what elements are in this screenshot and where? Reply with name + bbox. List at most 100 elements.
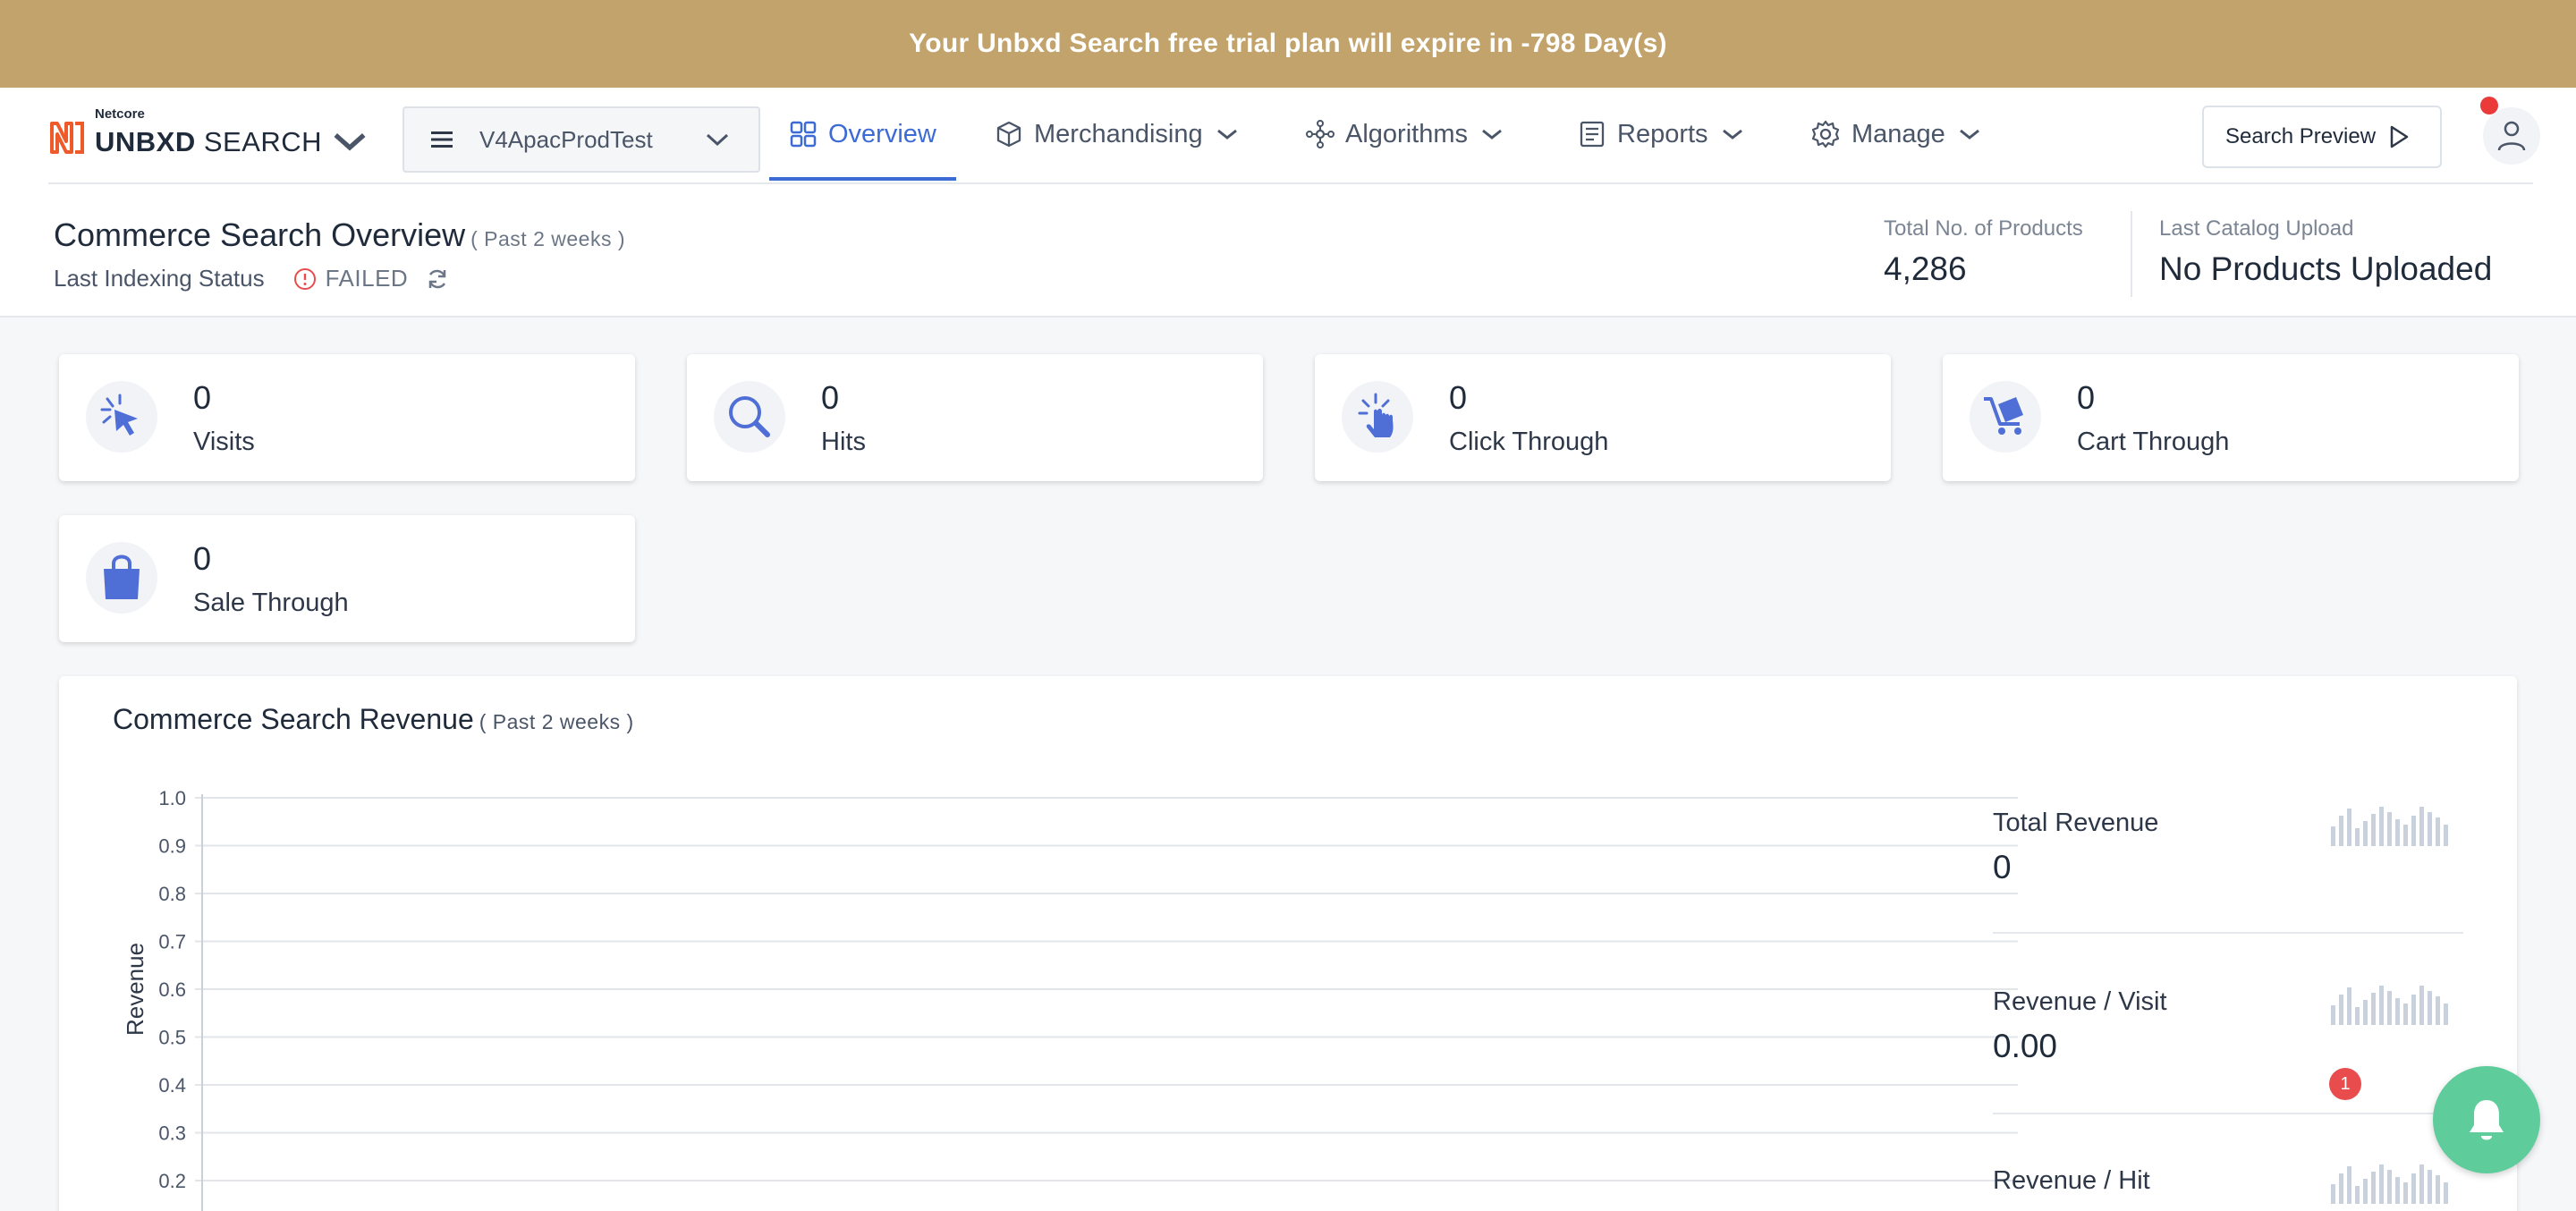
search-preview-label: Search Preview: [2225, 124, 2377, 148]
chevron-down-icon: [1482, 129, 1502, 140]
metric-revenue-per-visit: Revenue / Visit 0.00: [1993, 987, 2167, 1065]
grid-icon: [790, 121, 817, 148]
y-axis-label: Revenue: [122, 943, 148, 1036]
y-tick-label: 0.7: [158, 931, 186, 953]
kpi-card-cart-through[interactable]: 0 Cart Through: [1943, 354, 2519, 481]
brand-name: UNBXD SEARCH: [95, 126, 322, 158]
hand-pointer-icon: [1342, 381, 1413, 453]
y-tick-label: 0.9: [158, 835, 186, 858]
top-navbar: Netcore UNBXD SEARCH V4ApacProdTest Over…: [0, 88, 2576, 184]
search-preview-button[interactable]: Search Preview: [2202, 106, 2442, 168]
notifications-button[interactable]: [2433, 1066, 2540, 1173]
tab-merchandising-label: Merchandising: [1034, 119, 1203, 148]
y-tick-label: 0.4: [158, 1074, 186, 1097]
kpi-value: 0: [821, 379, 840, 416]
catalog-upload-stat: Last Catalog Upload No Products Uploaded: [2159, 216, 2492, 288]
revenue-panel: Commerce Search Revenue( Past 2 weeks ) …: [59, 676, 2517, 1211]
brand-logo[interactable]: Netcore UNBXD SEARCH: [48, 106, 369, 159]
indexing-status: Last Indexing Status FAILED: [54, 265, 449, 292]
kpi-label: Hits: [821, 428, 866, 456]
indexing-status-badge: FAILED: [293, 265, 409, 292]
chevron-down-icon: [1959, 129, 1979, 140]
nodes-icon: [1306, 120, 1335, 148]
gear-icon: [1811, 120, 1840, 148]
refresh-icon[interactable]: [426, 267, 449, 291]
stat-divider: [2131, 211, 2132, 297]
y-tick-label: 0.3: [158, 1122, 186, 1145]
notification-count-badge[interactable]: 1: [2329, 1068, 2361, 1100]
catalog-upload-label: Last Catalog Upload: [2159, 216, 2354, 241]
page-title-period: ( Past 2 weeks ): [470, 227, 626, 250]
kpi-label: Sale Through: [193, 589, 349, 617]
tab-overview-label: Overview: [828, 119, 936, 148]
brand-small-text: Netcore: [95, 106, 145, 122]
total-products-stat: Total No. of Products 4,286: [1884, 216, 2083, 288]
tab-reports[interactable]: Reports: [1578, 88, 1755, 181]
metric-label: Revenue / Hit: [1993, 1166, 2150, 1195]
site-selector[interactable]: V4ApacProdTest: [402, 106, 760, 173]
chevron-down-icon: [1722, 129, 1742, 140]
kpi-value: 0: [1449, 379, 1468, 416]
y-tick-label: 1.0: [158, 787, 186, 809]
y-tick-label: 0.8: [158, 883, 186, 905]
revenue-title-text: Commerce Search Revenue: [113, 703, 474, 735]
metric-value: 0.00: [1993, 1028, 2058, 1064]
chevron-down-icon: [334, 133, 366, 151]
kpi-value: 0: [193, 540, 212, 577]
notification-dot: [2480, 97, 2498, 114]
kpi-label: Click Through: [1449, 428, 1609, 456]
magnifier-icon: [714, 381, 785, 453]
tab-algorithms-label: Algorithms: [1345, 119, 1468, 148]
metric-revenue-per-hit: Revenue / Hit: [1993, 1166, 2150, 1207]
total-products-label: Total No. of Products: [1884, 216, 2083, 241]
report-icon: [1580, 121, 1605, 148]
shopping-bag-icon: [86, 542, 157, 614]
metric-divider: [1993, 932, 2463, 934]
kpi-card-hits[interactable]: 0 Hits: [687, 354, 1263, 481]
tab-overview[interactable]: Overview: [769, 88, 956, 181]
alert-circle-icon: [293, 267, 316, 290]
tab-reports-label: Reports: [1617, 119, 1708, 148]
tab-manage-label: Manage: [1852, 119, 1945, 148]
tab-merchandising[interactable]: Merchandising: [995, 88, 1250, 181]
brand-bold-text: UNBXD: [95, 126, 196, 157]
y-tick-label: 0.6: [158, 978, 186, 1001]
cursor-click-icon: [86, 381, 157, 453]
chevron-down-icon: [1216, 129, 1237, 140]
cart-icon: [1970, 381, 2041, 453]
chevron-down-icon: [706, 133, 729, 147]
brand-word-text: SEARCH: [203, 126, 323, 157]
y-tick-label: 0.2: [158, 1170, 186, 1192]
kpi-card-click-through[interactable]: 0 Click Through: [1315, 354, 1891, 481]
indexing-status-value: FAILED: [325, 265, 409, 292]
hamburger-icon: [431, 131, 453, 148]
user-avatar[interactable]: [2483, 107, 2540, 165]
catalog-upload-value: No Products Uploaded: [2159, 250, 2493, 287]
kpi-label: Visits: [193, 428, 255, 456]
metric-label: Total Revenue: [1993, 809, 2159, 837]
cube-icon: [996, 121, 1021, 148]
sparkline-icon: [2331, 1164, 2448, 1204]
metric-value: 0: [1993, 849, 2012, 885]
site-selector-value: V4ApacProdTest: [479, 125, 653, 153]
overview-header: Commerce Search Overview( Past 2 weeks )…: [0, 184, 2576, 318]
metric-divider: [1993, 1113, 2463, 1114]
revenue-title: Commerce Search Revenue( Past 2 weeks ): [113, 703, 634, 736]
kpi-label: Cart Through: [2077, 428, 2230, 456]
page-title-text: Commerce Search Overview: [54, 216, 466, 253]
trial-banner: Your Unbxd Search free trial plan will e…: [0, 0, 2576, 88]
kpi-card-visits[interactable]: 0 Visits: [59, 354, 635, 481]
indexing-status-label: Last Indexing Status: [54, 265, 265, 292]
y-tick-label: 0.5: [158, 1027, 186, 1049]
page-title: Commerce Search Overview( Past 2 weeks ): [54, 216, 625, 254]
trial-banner-text: Your Unbxd Search free trial plan will e…: [909, 29, 1667, 58]
sparkline-icon: [2331, 986, 2448, 1025]
kpi-card-sale-through[interactable]: 0 Sale Through: [59, 515, 635, 642]
revenue-chart: 1.0 0.9 0.8 0.7 0.6 0.5 0.4 0.3 0.2 Revenue: [122, 787, 2018, 1211]
tab-algorithms[interactable]: Algorithms: [1306, 88, 1514, 181]
sparkline-icon: [2331, 807, 2448, 846]
tab-manage[interactable]: Manage: [1810, 88, 1992, 181]
bell-icon: [2470, 1100, 2504, 1140]
play-icon: [2390, 125, 2409, 148]
total-products-value: 4,286: [1884, 250, 1967, 287]
